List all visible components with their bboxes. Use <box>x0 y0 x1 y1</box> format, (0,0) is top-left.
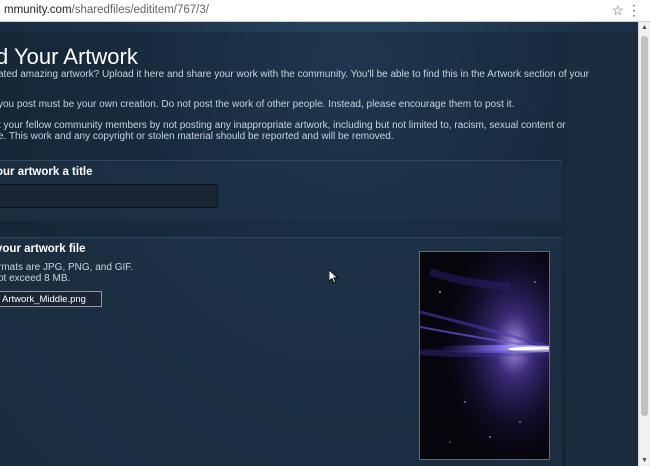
scroll-down-arrow-icon[interactable]: ▼ <box>641 457 648 464</box>
content-policy-line-2: e. This work and any copyright or stolen… <box>0 131 394 142</box>
artwork-title-input[interactable] <box>0 184 218 208</box>
galaxy-artwork-image <box>420 252 549 459</box>
file-chooser[interactable]: Artwork_Middle.png <box>0 291 102 307</box>
file-section-label: your artwork file <box>0 243 86 255</box>
title-section-label: our artwork a title <box>0 166 93 178</box>
ownership-notice: you post must be your own creation. Do n… <box>0 99 515 110</box>
star-icon[interactable]: ☆ <box>611 2 624 18</box>
artwork-preview-image <box>419 251 550 460</box>
scrollbar-thumb[interactable] <box>641 36 648 416</box>
vertical-scrollbar[interactable]: ▲ ▼ <box>638 22 650 466</box>
scroll-up-arrow-icon[interactable]: ▲ <box>641 24 648 31</box>
url-text[interactable]: mmunity.com/sharedfiles/edititem/767/3/ <box>4 4 209 16</box>
page-title: d Your Artwork <box>0 44 138 69</box>
page-right-margin <box>566 32 638 466</box>
size-limit-text: ot exceed 8 MB. <box>0 273 71 284</box>
more-vert-icon[interactable]: ⋮ <box>627 2 641 18</box>
mouse-cursor-icon <box>329 270 339 284</box>
address-bar[interactable]: mmunity.com/sharedfiles/edititem/767/3/ … <box>0 0 650 22</box>
url-host: mmunity.com <box>4 4 72 16</box>
url-path: /sharedfiles/edititem/767/3/ <box>71 4 209 16</box>
selected-file-name: Artwork_Middle.png <box>2 294 86 305</box>
intro-text: ated amazing artwork? Upload it here and… <box>0 69 589 80</box>
